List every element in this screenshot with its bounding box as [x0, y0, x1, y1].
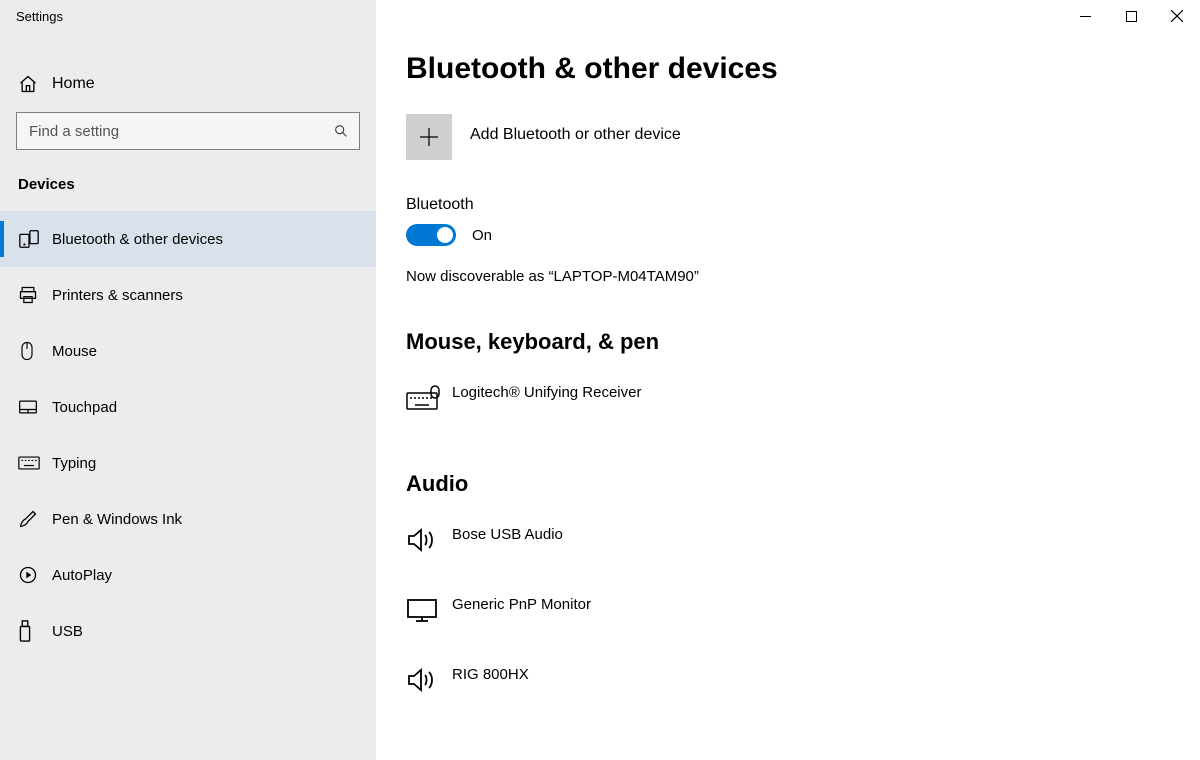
- sidebar-item-autoplay[interactable]: AutoPlay: [0, 547, 376, 603]
- device-row[interactable]: RIG 800HX: [406, 651, 1170, 709]
- maximize-button[interactable]: [1108, 0, 1154, 32]
- sidebar-item-label: Printers & scanners: [52, 287, 183, 304]
- sidebar-item-pen[interactable]: Pen & Windows Ink: [0, 491, 376, 547]
- bluetooth-state: On: [472, 227, 492, 244]
- window-controls: [1062, 0, 1200, 32]
- bluetooth-toggle[interactable]: [406, 224, 456, 246]
- search-input[interactable]: [16, 112, 360, 150]
- sidebar-item-usb[interactable]: USB: [0, 603, 376, 659]
- search-icon: [333, 123, 349, 139]
- device-name: RIG 800HX: [452, 666, 529, 695]
- plus-icon: [406, 114, 452, 160]
- group-audio: Audio Bose USB Audio Generic: [406, 471, 1170, 709]
- nav-home-label: Home: [52, 75, 95, 93]
- printer-icon: [18, 285, 52, 305]
- device-row[interactable]: Bose USB Audio: [406, 511, 1170, 569]
- mouse-icon: [18, 341, 52, 361]
- group-mouse-keyboard-pen: Mouse, keyboard, & pen Logitech® Unifyin…: [406, 329, 1170, 427]
- sidebar-item-label: Pen & Windows Ink: [52, 511, 182, 528]
- devices-icon: [18, 228, 52, 250]
- add-device-button[interactable]: Add Bluetooth or other device: [406, 114, 1170, 160]
- nav-home[interactable]: Home: [0, 56, 376, 112]
- speaker-icon: [406, 667, 452, 693]
- sidebar-item-touchpad[interactable]: Touchpad: [0, 379, 376, 435]
- keyboard-icon: [18, 456, 52, 470]
- app-title: Settings: [0, 9, 63, 24]
- sidebar-item-label: Touchpad: [52, 399, 117, 416]
- group-heading: Audio: [406, 471, 1170, 497]
- monitor-icon: [406, 597, 452, 623]
- speaker-icon: [406, 527, 452, 553]
- device-row[interactable]: Generic PnP Monitor: [406, 581, 1170, 639]
- sidebar-item-typing[interactable]: Typing: [0, 435, 376, 491]
- home-icon: [18, 74, 52, 94]
- sidebar-item-label: Mouse: [52, 343, 97, 360]
- sidebar-item-bluetooth[interactable]: Bluetooth & other devices: [0, 211, 376, 267]
- pen-icon: [18, 509, 52, 529]
- bluetooth-label: Bluetooth: [406, 196, 1170, 214]
- autoplay-icon: [18, 565, 52, 585]
- sidebar-item-label: Bluetooth & other devices: [52, 231, 223, 248]
- sidebar-item-label: AutoPlay: [52, 567, 112, 584]
- sidebar-item-printers[interactable]: Printers & scanners: [0, 267, 376, 323]
- group-heading: Mouse, keyboard, & pen: [406, 329, 1170, 355]
- sidebar: Settings Home: [0, 0, 376, 760]
- discoverable-text: Now discoverable as “LAPTOP-M04TAM90”: [406, 268, 1170, 285]
- add-device-label: Add Bluetooth or other device: [470, 126, 681, 148]
- main-panel: Bluetooth & other devices Add Bluetooth …: [376, 0, 1200, 760]
- keyboard-mouse-icon: [406, 385, 452, 411]
- touchpad-icon: [18, 399, 52, 415]
- sidebar-item-label: USB: [52, 623, 83, 640]
- close-button[interactable]: [1154, 0, 1200, 32]
- titlebar: Settings: [0, 0, 376, 32]
- device-name: Bose USB Audio: [452, 526, 563, 555]
- settings-window: Settings Home: [0, 0, 1200, 760]
- sidebar-item-mouse[interactable]: Mouse: [0, 323, 376, 379]
- minimize-button[interactable]: [1062, 0, 1108, 32]
- sidebar-item-label: Typing: [52, 455, 96, 472]
- page-title: Bluetooth & other devices: [406, 52, 1170, 86]
- search-field[interactable]: [27, 122, 333, 141]
- device-name: Logitech® Unifying Receiver: [452, 384, 641, 413]
- nav-list: Bluetooth & other devices Printers & sca…: [0, 211, 376, 659]
- usb-icon: [18, 620, 52, 642]
- device-row[interactable]: Logitech® Unifying Receiver: [406, 369, 1170, 427]
- section-label: Devices: [0, 168, 376, 211]
- device-name: Generic PnP Monitor: [452, 596, 591, 625]
